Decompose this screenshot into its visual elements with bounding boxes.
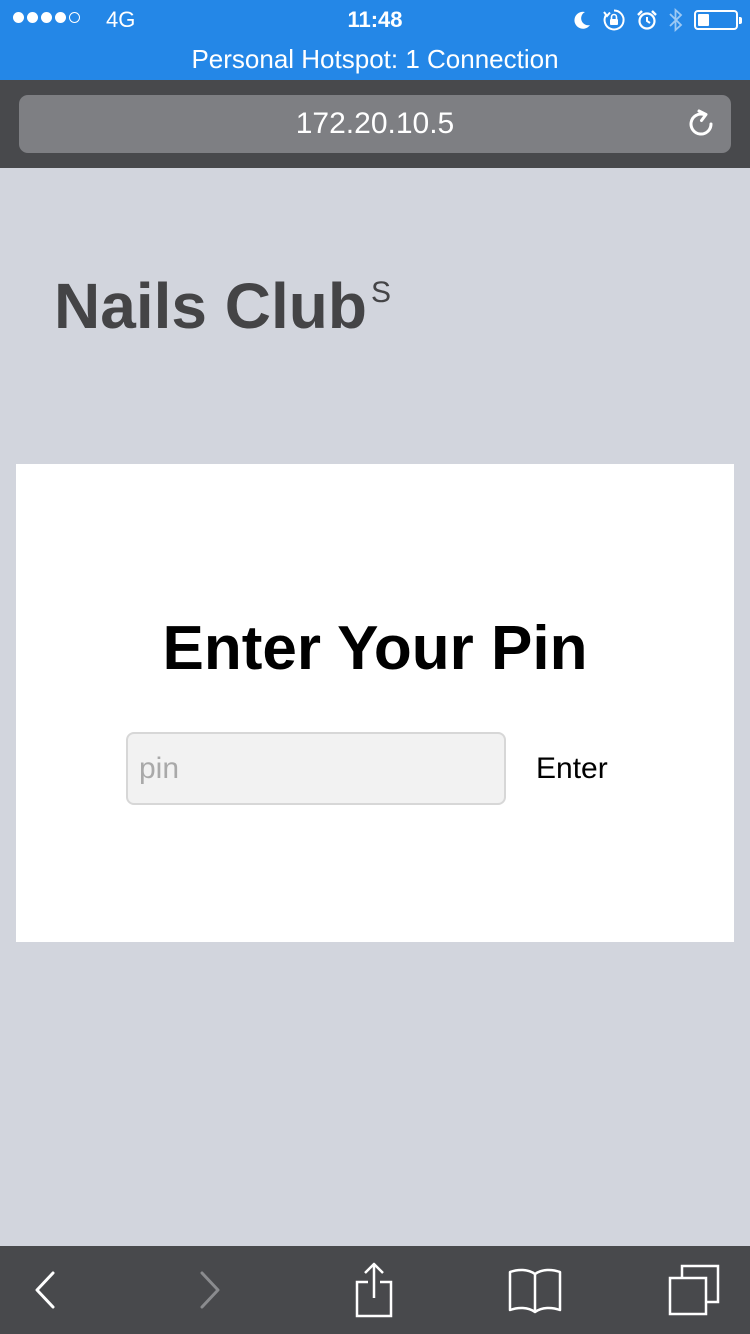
brand-superscript: S [370,276,391,309]
browser-toolbar [0,1246,750,1334]
alarm-icon [637,10,657,30]
moon-icon [574,11,590,29]
battery-icon [694,10,742,30]
brand-title: Nails Club [54,270,367,342]
url-field[interactable]: 172.20.10.5 [19,95,731,153]
forward-icon [200,1271,220,1309]
share-icon [355,1262,393,1318]
reload-icon[interactable] [685,108,717,140]
pin-card: Enter Your Pin Enter [16,464,734,942]
orientation-lock-icon [603,9,625,31]
phone-screen: 4G 11:48 Personal Hotspot: 1 Connection … [0,0,750,1334]
status-icons [572,6,742,34]
url-text: 172.20.10.5 [295,107,455,140]
bluetooth-icon [669,7,683,33]
share-button[interactable] [329,1246,419,1334]
address-bar: 172.20.10.5 [0,80,750,168]
forward-button[interactable] [165,1246,255,1334]
pin-title: Enter Your Pin [162,614,588,683]
tabs-button[interactable] [649,1246,739,1334]
enter-button[interactable]: Enter [528,732,616,805]
bookmarks-icon [508,1268,562,1314]
hotspot-banner[interactable]: Personal Hotspot: 1 Connection [0,44,750,74]
brand-logo: Nails Club S [54,270,391,355]
status-bar: 4G 11:48 Personal Hotspot: 1 Connection [0,0,750,80]
tabs-icon [668,1264,720,1316]
pin-input[interactable] [126,732,506,805]
back-button[interactable] [0,1246,90,1334]
bookmarks-button[interactable] [490,1246,580,1334]
back-icon [35,1271,55,1309]
